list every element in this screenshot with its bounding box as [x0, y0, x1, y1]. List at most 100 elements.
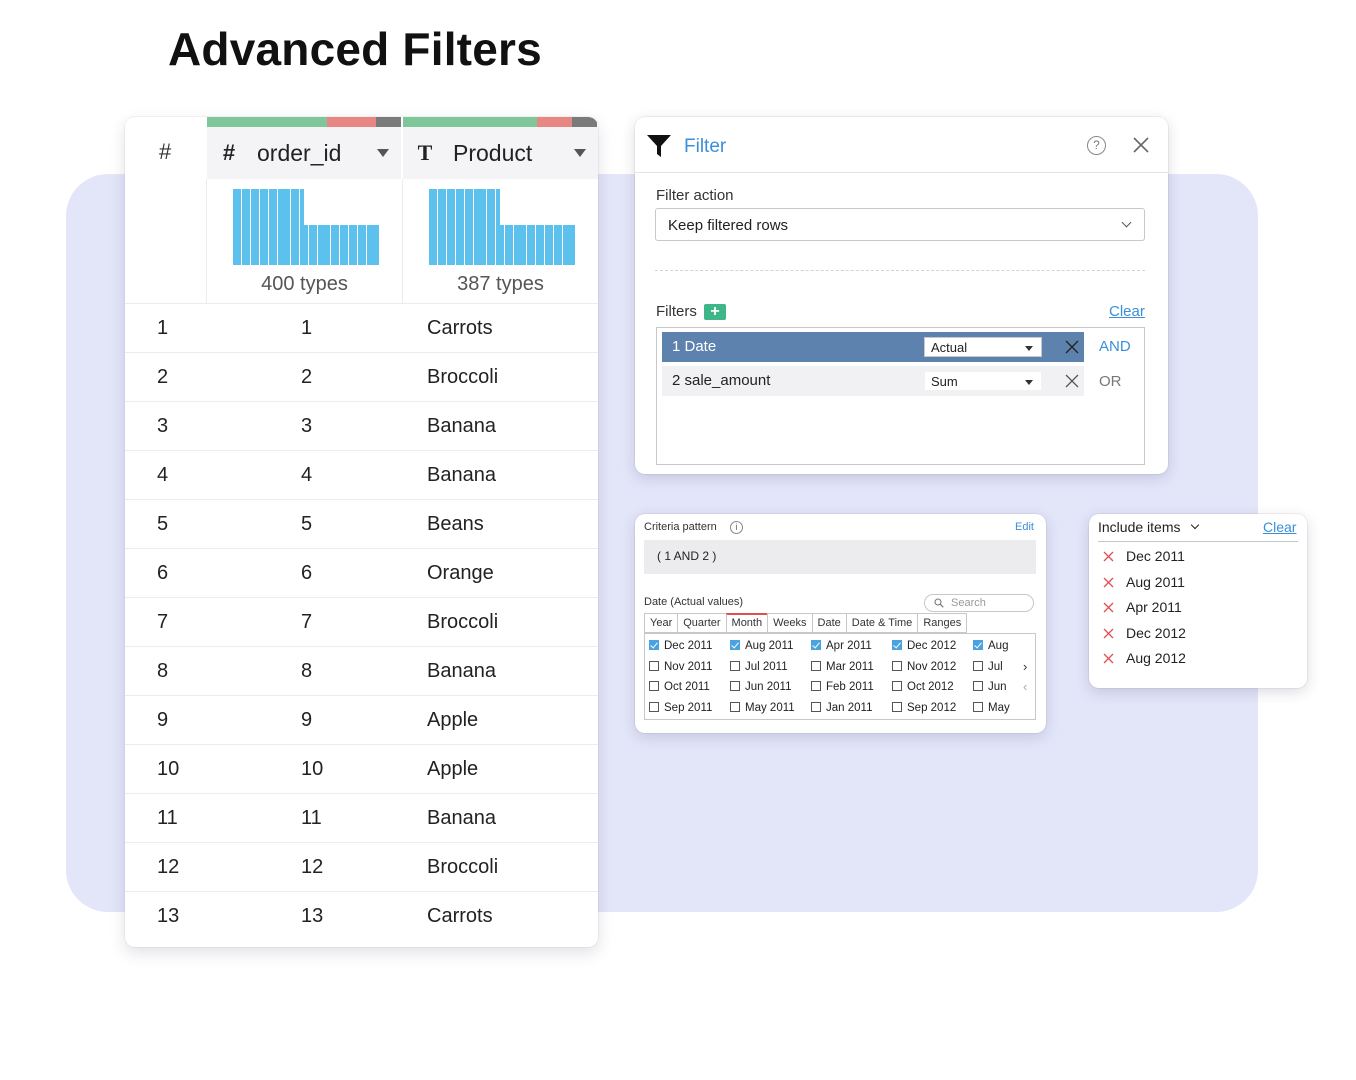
histogram-bar [433, 189, 438, 265]
histogram[interactable] [233, 187, 380, 265]
month-checkbox-item[interactable]: Jan 2011 [811, 702, 872, 714]
month-checkbox-item[interactable]: Sep 2012 [892, 702, 956, 714]
remove-item-icon[interactable] [1103, 628, 1114, 639]
month-checkbox-item[interactable]: Aug [973, 640, 1008, 652]
product-cell: Apple [427, 758, 479, 780]
month-checkbox-item[interactable]: Nov 2012 [892, 661, 956, 673]
tab-month[interactable]: Month [725, 613, 768, 633]
checkbox-checked-icon[interactable] [649, 640, 659, 650]
checkbox-unchecked-icon[interactable] [730, 681, 740, 691]
column-header-product[interactable]: T Product [403, 127, 598, 179]
month-checkbox-item[interactable]: Jul 2011 [730, 661, 788, 673]
month-checkbox-item[interactable]: Apr 2011 [811, 640, 872, 652]
checkbox-unchecked-icon[interactable] [811, 661, 821, 671]
table-row[interactable]: 7 7 Broccoli [125, 597, 598, 646]
month-checkbox-item[interactable]: Dec 2011 [649, 640, 712, 652]
filter-row-sale-amount[interactable]: 2 sale_amount Sum [662, 366, 1084, 396]
remove-filter-icon[interactable] [1065, 374, 1079, 388]
order-id-cell: 6 [301, 562, 313, 584]
month-checkbox-item[interactable]: Jun 2011 [730, 681, 791, 693]
aggregation-select[interactable]: Sum [924, 371, 1042, 391]
tab-date[interactable]: Date [811, 613, 846, 633]
month-checkbox-item[interactable]: Mar 2011 [811, 661, 874, 673]
checkbox-checked-icon[interactable] [811, 640, 821, 650]
month-checkbox-item[interactable]: Nov 2011 [649, 661, 712, 673]
table-row[interactable]: 2 2 Broccoli [125, 352, 598, 401]
month-checkbox-item[interactable]: Feb 2011 [811, 681, 874, 693]
histogram[interactable] [429, 187, 576, 265]
order-id-cell: 11 [301, 807, 322, 829]
next-page-arrow-icon[interactable]: › [1023, 659, 1027, 674]
month-checkbox-item[interactable]: Aug 2011 [730, 640, 793, 652]
table-row[interactable]: 12 12 Broccoli [125, 842, 598, 891]
checkbox-checked-icon[interactable] [892, 640, 902, 650]
checkbox-unchecked-icon[interactable] [649, 702, 659, 712]
month-checkbox-item[interactable]: Dec 2012 [892, 640, 956, 652]
row-number: 12 [157, 856, 180, 878]
checkbox-unchecked-icon[interactable] [973, 702, 983, 712]
checkbox-unchecked-icon[interactable] [973, 681, 983, 691]
close-icon[interactable] [1131, 135, 1151, 155]
logic-or-toggle[interactable]: OR [1099, 373, 1122, 390]
table-row[interactable]: 9 9 Apple [125, 695, 598, 744]
remove-item-icon[interactable] [1103, 653, 1114, 664]
remove-item-icon[interactable] [1103, 577, 1114, 588]
checkbox-unchecked-icon[interactable] [649, 661, 659, 671]
table-row[interactable]: 4 4 Banana [125, 450, 598, 499]
table-row[interactable]: 11 11 Banana [125, 793, 598, 842]
month-checkbox-item[interactable]: Oct 2012 [892, 681, 954, 693]
quality-valid [207, 117, 328, 127]
remove-item-icon[interactable] [1103, 551, 1114, 562]
add-filter-button[interactable]: + [704, 304, 726, 320]
month-checkbox-item[interactable]: Jun [973, 681, 1007, 693]
checkbox-unchecked-icon[interactable] [973, 661, 983, 671]
column-menu-caret-icon[interactable] [377, 149, 389, 157]
product-cell: Banana [427, 660, 496, 682]
month-checkbox-item[interactable]: Sep 2011 [649, 702, 712, 714]
include-items-dropdown[interactable]: Include items [1098, 519, 1180, 535]
filter-action-select[interactable]: Keep filtered rows [655, 208, 1145, 241]
checkbox-unchecked-icon[interactable] [730, 661, 740, 671]
table-row[interactable]: 3 3 Banana [125, 401, 598, 450]
remove-item-icon[interactable] [1103, 602, 1114, 613]
table-row[interactable]: 10 10 Apple [125, 744, 598, 793]
remove-filter-icon[interactable] [1065, 340, 1079, 354]
month-checkbox-item[interactable]: Jul [973, 661, 1003, 673]
table-row[interactable]: 8 8 Banana [125, 646, 598, 695]
edit-pattern-link[interactable]: Edit [1015, 521, 1034, 533]
table-row[interactable]: 5 5 Beans [125, 499, 598, 548]
tab-weeks[interactable]: Weeks [767, 613, 812, 633]
checkbox-unchecked-icon[interactable] [811, 702, 821, 712]
checkbox-unchecked-icon[interactable] [892, 661, 902, 671]
clear-items-link[interactable]: Clear [1263, 519, 1296, 535]
checkbox-unchecked-icon[interactable] [811, 681, 821, 691]
table-row[interactable]: 13 13 Carrots [125, 891, 598, 940]
chevron-down-icon[interactable] [1190, 520, 1200, 530]
aggregation-select[interactable]: Actual [924, 337, 1042, 357]
column-menu-caret-icon[interactable] [574, 149, 586, 157]
table-row[interactable]: 1 1 Carrots [125, 303, 598, 352]
include-item-label: Aug 2011 [1126, 573, 1185, 590]
table-row[interactable]: 6 6 Orange [125, 548, 598, 597]
month-checkbox-item[interactable]: May [973, 702, 1010, 714]
tab-ranges[interactable]: Ranges [917, 613, 968, 633]
filter-row-date[interactable]: 1 Date Actual [662, 332, 1084, 362]
checkbox-unchecked-icon[interactable] [892, 681, 902, 691]
checkbox-unchecked-icon[interactable] [892, 702, 902, 712]
column-header-order-id[interactable]: # order_id [207, 127, 401, 179]
checkbox-unchecked-icon[interactable] [649, 681, 659, 691]
tab-date-time[interactable]: Date & Time [845, 613, 918, 633]
checkbox-checked-icon[interactable] [973, 640, 983, 650]
tab-quarter[interactable]: Quarter [677, 613, 726, 633]
info-icon[interactable]: i [730, 521, 743, 534]
checkbox-unchecked-icon[interactable] [730, 702, 740, 712]
search-input[interactable]: Search [924, 594, 1034, 612]
tab-year[interactable]: Year [644, 613, 678, 633]
logic-and-toggle[interactable]: AND [1099, 338, 1131, 355]
checkbox-checked-icon[interactable] [730, 640, 740, 650]
clear-filters-link[interactable]: Clear [1109, 303, 1145, 320]
month-checkbox-item[interactable]: May 2011 [730, 702, 795, 714]
help-icon[interactable]: ? [1087, 136, 1106, 155]
prev-page-arrow-icon[interactable]: ‹ [1023, 679, 1027, 694]
month-checkbox-item[interactable]: Oct 2011 [649, 681, 710, 693]
